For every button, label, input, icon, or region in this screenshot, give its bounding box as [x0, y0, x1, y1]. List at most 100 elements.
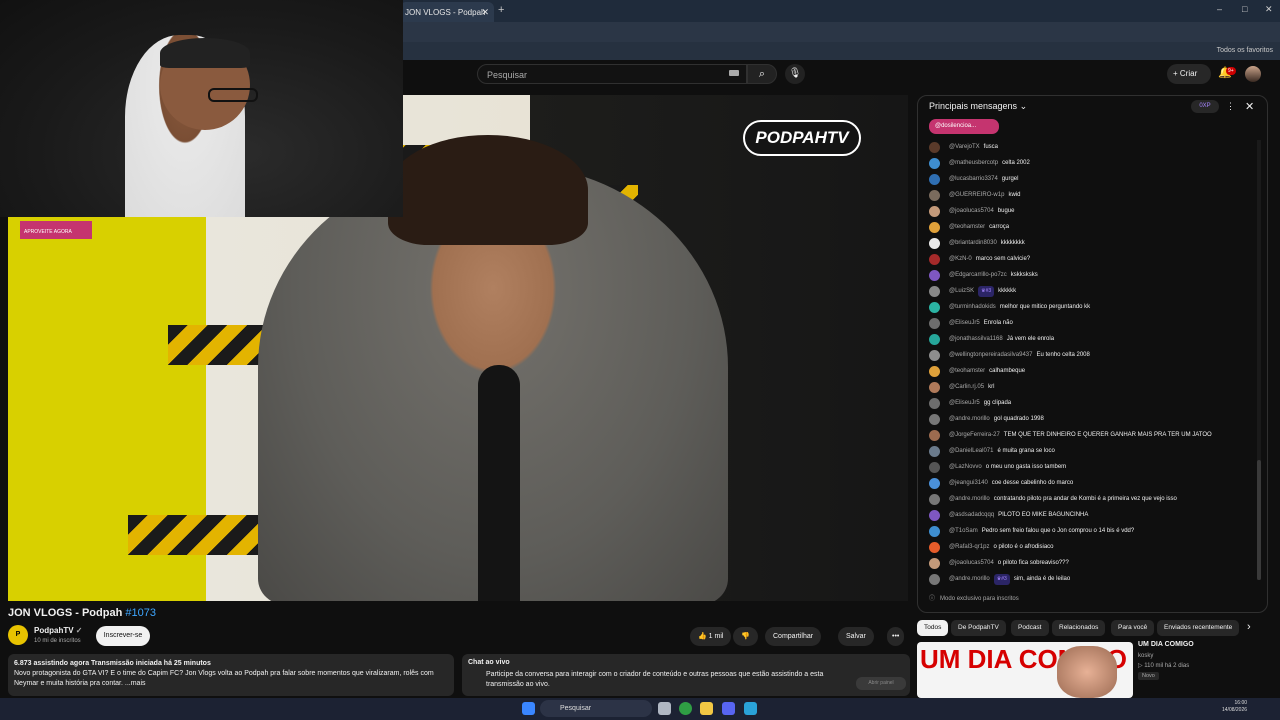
like-button[interactable]: 👍 1 mil [690, 627, 732, 646]
maximize-button[interactable]: □ [1242, 4, 1247, 14]
save-button[interactable]: Salvar [838, 627, 874, 646]
new-tab-button[interactable]: + [498, 4, 504, 16]
taskbar-search[interactable]: Pesquisar [540, 700, 652, 717]
chat-message[interactable]: @Rafal3-qr1pz o piloto é o afrodisiaco [929, 539, 1259, 555]
window-close-button[interactable]: ✕ [1265, 4, 1273, 15]
chat-message[interactable]: @Carlin.rj.05 krl [929, 379, 1259, 395]
chat-scroll-thumb[interactable] [1257, 460, 1261, 580]
chat-author[interactable]: @DanielLeal071 [949, 446, 993, 457]
recommended-title[interactable]: UM DIA COMIGO [1138, 641, 1194, 648]
xp-badge[interactable]: 0XP [1191, 100, 1219, 113]
pinned-message[interactable]: @dosilencioa... [929, 119, 999, 134]
chat-message[interactable]: @jeangui3140 coe desse cabelinho do marco [929, 475, 1259, 491]
chat-message[interactable]: @GUERREIRO-w1p kwid [929, 187, 1259, 203]
chat-author[interactable]: @T1oSam [949, 526, 978, 537]
share-button[interactable]: Compartilhar [765, 627, 822, 646]
filter-chip[interactable]: De PodpahTV [951, 620, 1006, 636]
chat-message[interactable]: @andre.morillo ♛#3 sim, ainda é de leilao [929, 571, 1259, 587]
chat-author[interactable]: @joaolucas5704 [949, 206, 994, 217]
browser-tab[interactable]: JON VLOGS - Podpah ✕ [400, 2, 494, 22]
chat-message[interactable]: @wellingtonpereiradasilva9437 Eu tenho ce… [929, 347, 1259, 363]
chat-message[interactable]: @asdsadadcqqq PILOTO EO MIKE BAGUNCINHA [929, 507, 1259, 523]
chat-message[interactable]: @matheusbercotp celta 2002 [929, 155, 1259, 171]
filter-chip[interactable]: Relacionados [1052, 620, 1106, 636]
chat-message[interactable]: @turminhadokids melhor que mitico pergunt… [929, 299, 1259, 315]
chat-author[interactable]: @andre.morillo [949, 574, 990, 585]
chat-message[interactable]: @EliseuJr5 gg clipada [929, 395, 1259, 411]
chips-next-icon[interactable]: › [1247, 621, 1251, 633]
chat-author[interactable]: @KzN-0 [949, 254, 972, 265]
chat-close-icon[interactable]: ✕ [1245, 100, 1254, 113]
chat-author[interactable]: @JorgeFerreira-27 [949, 430, 1000, 441]
discord-icon[interactable] [722, 702, 735, 715]
chat-author[interactable]: @teohamster [949, 222, 985, 233]
file-explorer-icon[interactable] [700, 702, 713, 715]
chat-message[interactable]: @T1oSam Pedro sem freio falou que o Jon c… [929, 523, 1259, 539]
chat-author[interactable]: @Edgarcarrillo-po7zc [949, 270, 1007, 281]
description-box[interactable]: 6.873 assistindo agora Transmissão inici… [8, 654, 454, 696]
chat-author[interactable]: @EliseuJr5 [949, 398, 980, 409]
chat-message[interactable]: @LazNovvo o meu uno gasta isso tambem [929, 459, 1259, 475]
search-icon[interactable]: ⌕ [747, 64, 777, 84]
chat-message[interactable]: @joaolucas5704 bugue [929, 203, 1259, 219]
chat-message[interactable]: @teohamster calhambeque [929, 363, 1259, 379]
chat-message[interactable]: @joaolucas5704 o piloto fica sobreaviso??… [929, 555, 1259, 571]
chat-author[interactable]: @lucasbarrio3374 [949, 174, 998, 185]
account-avatar[interactable] [1245, 66, 1261, 82]
taskbar-clock[interactable]: 16:00 14/08/2026 [1222, 700, 1247, 714]
recommended-thumbnail[interactable]: UM DIA COMIGO [917, 642, 1133, 698]
more-actions-icon[interactable]: ••• [887, 627, 905, 646]
telegram-icon[interactable] [744, 702, 757, 715]
channel-avatar[interactable]: P [8, 625, 28, 645]
chat-author[interactable]: @jonathassilva1168 [949, 334, 1003, 345]
subscribe-button[interactable]: Inscrever-se [96, 626, 150, 646]
filter-chip[interactable]: Para você [1111, 620, 1155, 636]
chat-menu-icon[interactable]: ⋮ [1226, 101, 1235, 112]
chat-message[interactable]: @LuizSK ♛#3 kkkkkk [929, 283, 1259, 299]
chat-author[interactable]: @matheusbercotp [949, 158, 998, 169]
filter-chip[interactable]: Enviados recentemente [1157, 620, 1240, 636]
chat-author[interactable]: @LuizSK [949, 286, 974, 297]
chat-message[interactable]: @andre.morillo gol quadrado 1998 [929, 411, 1259, 427]
chat-author[interactable]: @LazNovvo [949, 462, 982, 473]
chat-message[interactable]: @VarejoTX fusca [929, 139, 1259, 155]
chat-author[interactable]: @VarejoTX [949, 142, 980, 153]
chat-message[interactable]: @briantardin8030 kkkkkkkk [929, 235, 1259, 251]
chat-author[interactable]: @Carlin.rj.05 [949, 382, 984, 393]
chat-author[interactable]: @jeangui3140 [949, 478, 988, 489]
chat-message[interactable]: @jonathassilva1168 Já vem ele enrola [929, 331, 1259, 347]
chat-author[interactable]: @teohamster [949, 366, 985, 377]
dislike-icon[interactable]: 👎 [733, 627, 758, 646]
filter-chip[interactable]: Todos [917, 620, 949, 636]
chrome-icon[interactable] [679, 702, 692, 715]
filter-chip[interactable]: Podcast [1011, 620, 1049, 636]
mic-icon[interactable]: 🎙 [785, 64, 805, 84]
chat-author[interactable]: @GUERREIRO-w1p [949, 190, 1004, 201]
minimize-button[interactable]: – [1217, 4, 1222, 14]
chat-author[interactable]: @asdsadadcqqq [949, 510, 994, 521]
task-view-icon[interactable] [658, 702, 671, 715]
open-panel-button[interactable]: Abrir painel [856, 677, 906, 690]
chat-author[interactable]: @wellingtonpereiradasilva9437 [949, 350, 1032, 361]
chat-message[interactable]: @Edgarcarrillo-po7zc kskksksks [929, 267, 1259, 283]
chat-author[interactable]: @Rafal3-qr1pz [949, 542, 989, 553]
chat-message[interactable]: @andre.morillo contratando piloto pra and… [929, 491, 1259, 507]
chat-message[interactable]: @KzN-0 marco sem calvicie? [929, 251, 1259, 267]
chat-author[interactable]: @andre.morillo [949, 494, 990, 505]
chat-message[interactable]: @teohamster carroça [929, 219, 1259, 235]
chat-author[interactable]: @turminhadokids [949, 302, 996, 313]
chat-message[interactable]: @EliseuJr5 Enrola não [929, 315, 1259, 331]
start-menu-icon[interactable] [522, 702, 535, 715]
chat-message[interactable]: @lucasbarrio3374 gurgel [929, 171, 1259, 187]
chat-author[interactable]: @joaolucas5704 [949, 558, 994, 569]
tab-close-icon[interactable]: ✕ [481, 7, 489, 18]
channel-name[interactable]: PodpahTV ✓ [34, 626, 83, 635]
keyboard-icon[interactable] [729, 70, 739, 76]
chat-mode-dropdown[interactable]: Principais mensagens ⌄ [929, 101, 1027, 112]
channel-name-text[interactable]: PodpahTV [34, 626, 74, 635]
create-button[interactable]: + Criar [1167, 64, 1211, 84]
all-bookmarks-link[interactable]: Todos os favoritos [1217, 47, 1273, 54]
recommended-channel[interactable]: kosky [1138, 653, 1153, 659]
search-input[interactable]: Pesquisar [477, 64, 747, 84]
chat-message[interactable]: @DanielLeal071 é muita grana se loco [929, 443, 1259, 459]
